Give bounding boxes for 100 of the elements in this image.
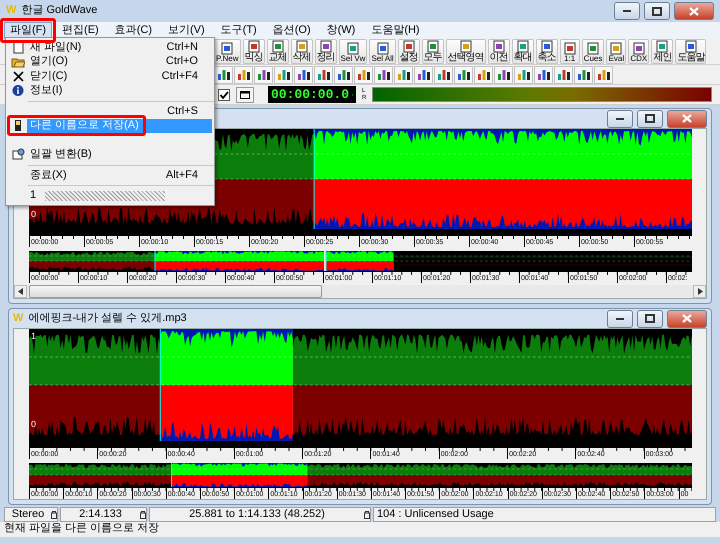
minimize-icon: [616, 118, 624, 120]
menu-item[interactable]: 정보(I): [27, 84, 212, 98]
app-logo: W: [6, 4, 16, 18]
toolbar-button[interactable]: 확대: [512, 39, 534, 64]
document-icon: [458, 40, 474, 53]
checkbox[interactable]: [218, 88, 230, 100]
channel-label: 0: [31, 209, 36, 220]
minimize-button[interactable]: [607, 310, 633, 328]
maximize-icon: [645, 114, 655, 123]
close-button[interactable]: [674, 2, 714, 20]
menu-item[interactable]: 종료(X) Alt+F4: [27, 168, 212, 182]
toolbar-button[interactable]: 믹싱: [242, 39, 265, 64]
menu-item[interactable]: 보기(V): [162, 22, 211, 40]
close-button[interactable]: [667, 110, 707, 128]
menu-item[interactable]: 효과(C): [108, 22, 158, 40]
toolbar-button[interactable]: 모두: [422, 39, 444, 64]
effect-button[interactable]: [414, 66, 433, 84]
window-title: 한글 GoldWave: [21, 4, 98, 18]
effect-button[interactable]: [394, 66, 413, 84]
bars-icon: [596, 68, 610, 81]
bars-icon: [536, 68, 550, 81]
toolbar-button[interactable]: 설정: [398, 39, 420, 64]
effect-button[interactable]: [234, 66, 253, 84]
effect-button[interactable]: [274, 66, 293, 84]
menu-item[interactable]: 닫기(C) Ctrl+F4: [27, 69, 212, 84]
minimize-button[interactable]: [614, 2, 640, 20]
effect-button[interactable]: [354, 66, 373, 84]
effect-button[interactable]: [314, 66, 333, 84]
effect-button[interactable]: [494, 66, 513, 84]
scroll-left-button[interactable]: [14, 285, 27, 298]
bars-icon: [556, 68, 570, 81]
menu-item[interactable]: 1: [27, 188, 212, 203]
menu-item[interactable]: 창(W): [320, 22, 362, 40]
effect-button[interactable]: [474, 66, 493, 84]
status-text: 104 : Unlicensed Usage: [377, 508, 494, 522]
scroll-thumb[interactable]: [29, 285, 322, 298]
toolbar-button[interactable]: CDX: [628, 39, 650, 64]
menu-item[interactable]: 편집(E): [56, 22, 105, 40]
menu-item[interactable]: 일괄 변환(B): [27, 148, 212, 162]
effect-button[interactable]: [554, 66, 573, 84]
menu-item[interactable]: 열기(O) Ctrl+O: [27, 54, 212, 69]
view-button[interactable]: [236, 86, 254, 102]
menu-item[interactable]: Ctrl+S: [27, 104, 212, 118]
maximize-button[interactable]: [637, 310, 663, 328]
toolbar-button[interactable]: P.New: [214, 39, 241, 64]
toolbar-button[interactable]: 교체: [266, 39, 289, 64]
document-icon: [490, 40, 507, 53]
effect-button[interactable]: [534, 66, 553, 84]
maximize-button[interactable]: [644, 2, 670, 20]
close-icon: [689, 6, 699, 16]
toolbar-button[interactable]: 제인: [651, 39, 674, 64]
document-icon: [270, 40, 286, 53]
bars-icon: [316, 68, 330, 81]
time-readout: 00:00:00.0: [271, 86, 350, 102]
bars-icon: [296, 68, 310, 81]
document-icon: [538, 40, 555, 53]
toolbar-button[interactable]: 축소: [536, 39, 558, 64]
app-logo: W: [13, 312, 24, 326]
status-text: 2:14.133: [78, 508, 123, 522]
document-icon: [400, 40, 417, 53]
document-icon: [682, 40, 699, 53]
effect-button[interactable]: [434, 66, 453, 84]
document-icon: [219, 42, 236, 55]
effect-button[interactable]: [254, 66, 273, 84]
check-icon: [219, 90, 229, 100]
bars-icon: [336, 68, 350, 81]
toolbar-button[interactable]: Sel Vw: [338, 39, 368, 64]
bars-icon: [416, 68, 430, 81]
toolbar-button[interactable]: 도움말: [675, 39, 706, 64]
toolbar-button[interactable]: Sel All: [369, 39, 396, 64]
menu-item[interactable]: 도구(T): [214, 22, 263, 40]
toolbar-button[interactable]: Eval: [606, 39, 626, 64]
effect-button[interactable]: [374, 66, 393, 84]
effect-button[interactable]: [574, 66, 593, 84]
toolbar-button[interactable]: 선택영역: [446, 39, 486, 64]
close-button[interactable]: [667, 310, 707, 328]
minimize-button[interactable]: [607, 110, 633, 128]
scroll-right-button[interactable]: [693, 285, 706, 298]
effect-button[interactable]: [454, 66, 473, 84]
minimize-icon: [616, 318, 624, 320]
toolbar-button[interactable]: 1:1: [560, 39, 580, 64]
document-icon: [294, 40, 310, 53]
batch-icon: [10, 148, 24, 162]
effect-button[interactable]: [294, 66, 313, 84]
menu-item[interactable]: 옵션(O): [266, 22, 317, 40]
channel-label: 1: [31, 331, 36, 342]
menu-item[interactable]: 도움말(H): [365, 22, 426, 40]
toolbar-button[interactable]: Cues: [582, 39, 604, 64]
effect-button[interactable]: [594, 66, 613, 84]
maximize-button[interactable]: [637, 110, 663, 128]
toolbar-button[interactable]: 이전: [488, 39, 510, 64]
toolbar-button[interactable]: 정리: [314, 39, 337, 64]
bars-icon: [456, 68, 470, 81]
document-icon: [246, 40, 262, 53]
toolbar-button[interactable]: 삭제: [290, 39, 313, 64]
highlight-annotation: [0, 18, 56, 44]
effect-button[interactable]: [514, 66, 533, 84]
effect-button[interactable]: [334, 66, 353, 84]
effect-button[interactable]: [214, 66, 233, 84]
bars-icon: [496, 68, 510, 81]
